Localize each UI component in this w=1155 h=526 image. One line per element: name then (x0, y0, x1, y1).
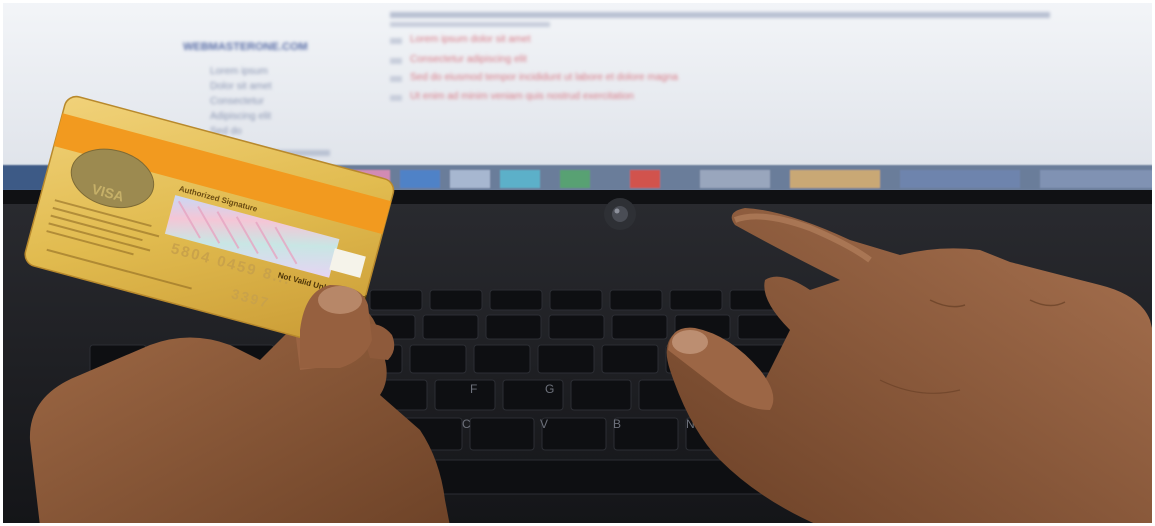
keyboard-key (611, 314, 668, 340)
keyboard-key (669, 289, 723, 311)
screen-link: Ut enim ad minim veniam quis nostrud exe… (410, 91, 634, 102)
photo-scene: WEBMASTERONE.COM Lorem ipsum Dolor sit a… (0, 0, 1155, 526)
key-label: F (470, 382, 477, 396)
keyboard-key (434, 379, 496, 411)
keyboard-key (429, 289, 483, 311)
screen-sidebar-item: Dolor sit amet (210, 81, 272, 92)
keyboard-key (613, 417, 679, 451)
key-label: B (613, 417, 621, 431)
screen-link: Sed do eiusmod tempor incididunt ut labo… (410, 72, 678, 83)
keyboard-key (489, 289, 543, 311)
keyboard-key (548, 314, 605, 340)
keyboard-key (473, 344, 531, 374)
key-label: C (462, 417, 471, 431)
spacebar-key (429, 459, 771, 495)
photo-illustration: WEBMASTERONE.COM Lorem ipsum Dolor sit a… (0, 0, 1155, 526)
keyboard-key (422, 314, 479, 340)
key-label: G (545, 382, 554, 396)
keyboard-key (601, 344, 659, 374)
keyboard-key (570, 379, 632, 411)
keyboard-key (541, 417, 607, 451)
screen-sidebar-item: Adipiscing elit (210, 111, 271, 122)
screen-sidebar-item: Lorem ipsum (210, 66, 268, 77)
keyboard-key (409, 344, 467, 374)
screen-sidebar-item: Consectetur (210, 96, 265, 107)
keyboard-key (485, 314, 542, 340)
screen-link: Consectetur adipiscing elit (410, 54, 527, 65)
keyboard-key (549, 289, 603, 311)
keyboard-key (369, 289, 423, 311)
screen-heading: WEBMASTERONE.COM (183, 41, 308, 53)
key-label: V (540, 417, 548, 431)
keyboard-key (537, 344, 595, 374)
screen-link: Lorem ipsum dolor sit amet (410, 34, 531, 45)
keyboard-key (609, 289, 663, 311)
keyboard-key (469, 417, 535, 451)
